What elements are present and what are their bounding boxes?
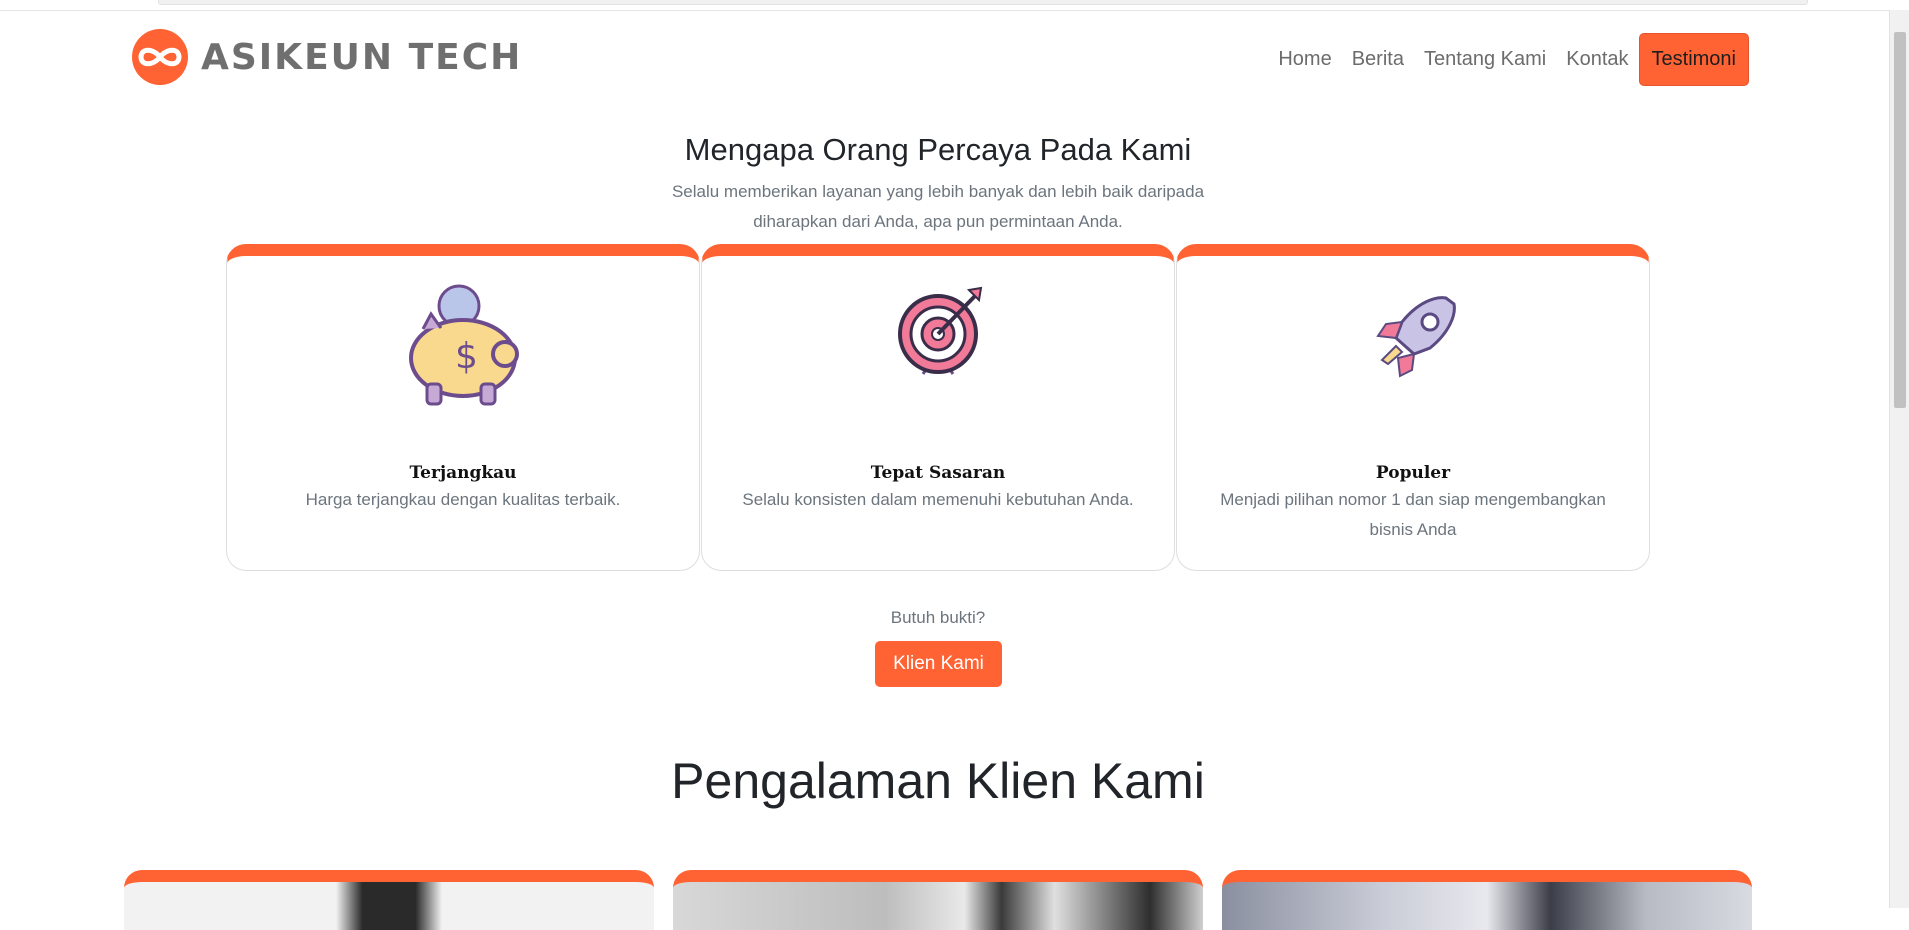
feature-card-tepat-sasaran: Tepat Sasaran Selalu konsisten dalam mem… <box>701 244 1175 571</box>
feature-card-populer: Populer Menjadi pilihan nomor 1 dan siap… <box>1176 244 1650 571</box>
card-title: Tepat Sasaran <box>870 463 1006 483</box>
client-photo-card[interactable] <box>124 870 654 930</box>
top-bar <box>158 0 1808 5</box>
rocket-icon <box>1376 296 1456 378</box>
nav-berita[interactable]: Berita <box>1352 48 1404 71</box>
nav-kontak[interactable]: Kontak <box>1566 48 1628 71</box>
proof-question: Butuh bukti? <box>890 608 986 627</box>
feature-card-terjangkau: $ Terjangkau Harga terjangkau dengan kua… <box>226 244 700 571</box>
card-title: Populer <box>1375 463 1451 483</box>
client-photo-card[interactable] <box>1222 870 1752 930</box>
klien-kami-button[interactable]: Klien Kami <box>875 641 1002 687</box>
why-title: Mengapa Orang Percaya Pada Kami <box>684 132 1192 167</box>
infinity-logo-icon <box>132 29 188 85</box>
experience-title: Pengalaman Klien Kami <box>671 753 1205 809</box>
scrollbar-thumb[interactable] <box>1894 32 1906 408</box>
nav-tentang-kami[interactable]: Tentang Kami <box>1424 48 1546 71</box>
scrollbar[interactable] <box>1889 10 1909 908</box>
nav-home[interactable]: Home <box>1278 48 1331 71</box>
brand-logo[interactable]: ASIKEUN TECH <box>131 27 522 87</box>
brand-name: ASIKEUN TECH <box>201 36 523 78</box>
browser-top-strip <box>0 0 1890 11</box>
why-subtitle: Selalu memberikan layanan yang lebih ban… <box>671 182 1205 231</box>
card-description: Menjadi pilihan nomor 1 dan siap mengemb… <box>1220 490 1606 539</box>
card-title: Terjangkau <box>409 463 517 483</box>
client-photo-card[interactable] <box>673 870 1203 930</box>
target-icon <box>898 286 983 375</box>
svg-text:$: $ <box>455 336 478 377</box>
nav-testimoni-button[interactable]: Testimoni <box>1638 33 1749 86</box>
main-nav: Home Berita Tentang Kami Kontak Testimon… <box>1258 33 1749 86</box>
card-description: Harga terjangkau dengan kualitas terbaik… <box>305 490 621 509</box>
card-description: Selalu konsisten dalam memenuhi kebutuha… <box>742 490 1134 509</box>
piggy-bank-icon: $ <box>409 284 519 406</box>
